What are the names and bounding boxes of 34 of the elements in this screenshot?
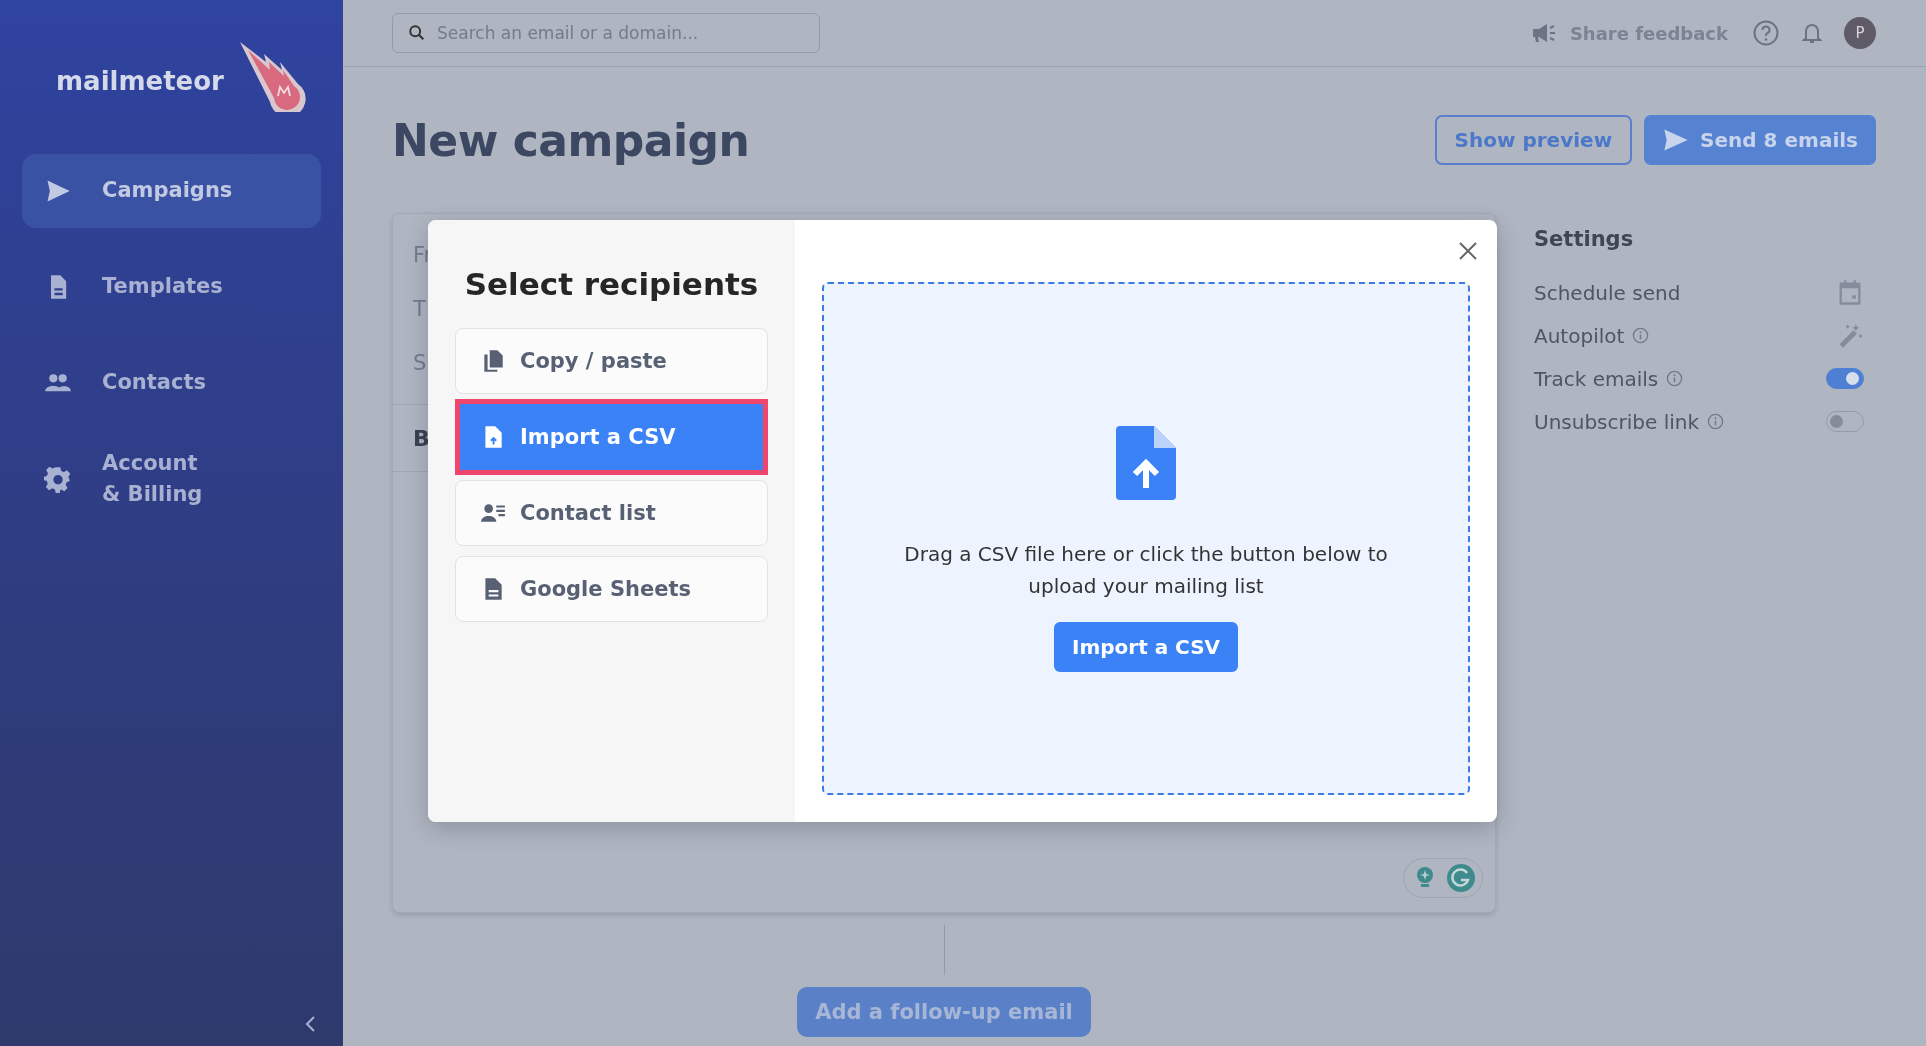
- drop-instructions: Drag a CSV file here or click the button below to upload your mailing list: [903, 540, 1389, 600]
- drop-zone[interactable]: Drag a CSV file here or click the button below to upload your mailing list Import a CSV: [822, 282, 1470, 795]
- file-upload-icon: [1116, 425, 1176, 500]
- field-label: S: [413, 351, 427, 375]
- sidebar-item[interactable]: Campaigns: [22, 154, 321, 228]
- sidebar-item[interactable]: Templates: [22, 250, 321, 324]
- recipient-option[interactable]: Contact list: [455, 480, 768, 546]
- toggle-switch[interactable]: [1826, 368, 1864, 389]
- grammar-icon: [1446, 863, 1476, 893]
- sidebar-item[interactable]: Contacts: [22, 346, 321, 420]
- info-icon[interactable]: [1707, 413, 1725, 430]
- import-csv-button[interactable]: Import a CSV: [1053, 621, 1239, 672]
- gear-icon: [44, 465, 72, 493]
- send-button[interactable]: Send 8 emails: [1644, 115, 1876, 165]
- info-icon[interactable]: [1632, 327, 1650, 344]
- logo-text: mailmeteor: [56, 66, 224, 96]
- recipient-option[interactable]: Import a CSV: [455, 399, 768, 475]
- page-title: New campaign: [392, 114, 750, 166]
- setting-label: Autopilot: [1534, 323, 1625, 348]
- setting-label: Track emails: [1534, 366, 1659, 391]
- info-icon[interactable]: [1666, 370, 1684, 387]
- recipient-option[interactable]: Copy / paste: [455, 328, 768, 394]
- search-field[interactable]: Search an email or a domain...: [392, 13, 820, 53]
- user-avatar[interactable]: P: [1844, 17, 1876, 49]
- settings-heading: Settings: [1534, 227, 1635, 251]
- setting-label: Unsubscribe link: [1534, 409, 1700, 434]
- recipient-option[interactable]: Google Sheets: [455, 556, 768, 622]
- dialog-title: Select recipients: [463, 266, 760, 302]
- field-label: T: [413, 297, 426, 321]
- sidebar-item[interactable]: Account & Billing: [22, 442, 321, 516]
- setting-label: Schedule send: [1534, 280, 1681, 305]
- help-icon[interactable]: [1752, 19, 1780, 47]
- toolbar-label: B: [413, 425, 430, 451]
- search-icon: [408, 24, 426, 42]
